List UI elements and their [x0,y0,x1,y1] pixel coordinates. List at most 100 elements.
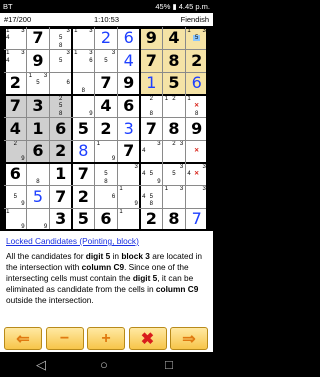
sudoku-cell[interactable]: 34 [140,140,163,163]
sudoku-cell[interactable]: 23 [163,140,186,163]
sudoku-cell[interactable]: 19 [117,186,140,209]
sudoku-cell[interactable]: 12 [163,95,186,118]
sudoku-cell[interactable]: 35 [95,50,118,73]
sudoku-cell[interactable]: 1 [140,72,163,95]
sudoku-cell[interactable]: 6 [26,140,50,163]
sudoku-board[interactable]: 1347358132694135134935136354782213568791… [4,27,208,231]
hint-toolbar: ⇐ − + ✖ ⇒ [0,325,213,352]
sudoku-cell[interactable]: 8 [163,208,186,231]
close-button[interactable]: ✖ [128,327,167,350]
sudoku-cell[interactable]: 2 [185,49,208,73]
back-button[interactable]: ⇐ [4,327,42,350]
sudoku-cell[interactable]: 29 [4,140,27,163]
candidate-digit: 5 [149,171,153,178]
sudoku-cell[interactable]: 1 [49,163,72,186]
sudoku-cell[interactable]: 9 [185,118,208,141]
sudoku-cell[interactable]: 8 [72,72,95,95]
minus-button[interactable]: − [45,327,84,350]
sudoku-cell[interactable]: 134 [4,50,27,73]
sudoku-cell[interactable]: 6 [95,208,118,231]
sudoku-cell[interactable]: 7 [27,27,50,50]
sudoku-cell[interactable]: 13 [163,186,186,209]
sudoku-cell[interactable]: 35 [49,50,72,73]
grid-line [162,27,164,231]
grid-line [116,27,118,231]
sudoku-cell[interactable]: 3 [117,118,140,141]
sudoku-cell[interactable]: 8 [27,163,50,186]
sudoku-cell[interactable]: 2 [95,118,118,141]
sudoku-cell[interactable]: 6 [49,117,72,141]
sudoku-cell[interactable]: 3 [185,186,208,209]
sudoku-cell[interactable]: 4 [95,95,118,118]
sudoku-cell[interactable]: 459 [140,163,163,186]
sudoku-cell[interactable]: 2 [95,27,118,50]
sudoku-cell[interactable]: 7 [185,208,208,231]
candidate-digit: 5 [104,171,108,178]
sudoku-cell[interactable]: 6 [4,163,27,186]
sudoku-cell[interactable]: 19 [4,208,27,231]
sudoku-cell[interactable]: 4 [4,117,27,141]
sudoku-cell[interactable]: 6 [117,27,140,50]
sudoku-cell[interactable]: 9 [140,27,163,50]
sudoku-cell[interactable]: 258 [49,95,72,118]
forward-button[interactable]: ⇒ [170,327,208,350]
sudoku-cell[interactable]: 5 [27,186,50,209]
sudoku-cell[interactable]: 8 [163,118,186,141]
sudoku-cell[interactable]: 3 [117,163,140,186]
sudoku-cell[interactable]: 1 [117,208,140,231]
plus-button[interactable]: + [87,327,125,350]
sudoku-cell[interactable]: 19 [95,140,118,163]
sudoku-cell[interactable]: 136 [72,50,95,73]
candidate-digit: 2 [172,140,176,147]
sudoku-cell[interactable]: 6 [185,72,208,95]
sudoku-cell[interactable]: 4 [117,50,140,73]
sudoku-cell[interactable]: 2 [72,186,95,209]
sudoku-cell[interactable]: 1 [26,117,50,141]
sudoku-cell[interactable]: 58 [95,163,118,186]
sudoku-cell[interactable]: 458 [140,186,163,209]
sudoku-cell[interactable]: 7 [49,186,72,209]
back-nav-icon[interactable]: ◁ [36,357,46,372]
sudoku-cell[interactable]: 3 [26,95,50,118]
sudoku-cell[interactable]: 7 [4,95,27,118]
sudoku-cell[interactable]: 5 [72,208,95,231]
sudoku-cell[interactable]: 7 [140,118,163,141]
sudoku-cell[interactable]: 7 [117,140,140,163]
sudoku-cell[interactable]: 134 [4,27,27,50]
sudoku-cell[interactable]: 9 [27,50,50,73]
grid-line [206,27,208,231]
sudoku-cell[interactable]: 6 [49,72,72,95]
sudoku-cell[interactable]: 358 [49,27,72,50]
sudoku-cell[interactable]: 28 [140,95,163,118]
recents-nav-icon[interactable]: □ [165,357,173,372]
sudoku-cell[interactable]: 3 [49,208,72,231]
sudoku-cell[interactable]: 5 [162,72,186,95]
sudoku-cell[interactable]: 35 [163,163,186,186]
sudoku-cell[interactable]: 3 4 ✕ [185,163,208,186]
sudoku-cell[interactable]: 9 [72,95,95,118]
sudoku-cell[interactable]: 9 [117,72,140,95]
sudoku-cell[interactable]: 8 [162,49,186,73]
hint-title-link[interactable]: Locked Candidates (Pointing, block) [6,236,207,247]
sudoku-cell[interactable]: 2 [140,208,163,231]
sudoku-cell[interactable]: ✕ [185,140,208,163]
sudoku-cell[interactable]: 7 [140,49,163,73]
sudoku-cell[interactable]: 135 [27,72,50,95]
sudoku-cell[interactable]: 8 [72,140,95,163]
sudoku-cell[interactable]: 13 [72,27,95,50]
sudoku-cell[interactable]: 135 [185,27,208,50]
sudoku-cell[interactable]: 6 [95,186,118,209]
sudoku-cell[interactable]: 2 [4,72,27,95]
home-nav-icon[interactable]: ○ [100,357,108,372]
grid-line [4,71,208,73]
sudoku-cell[interactable]: 5 [72,118,95,141]
sudoku-cell[interactable]: 59 [4,186,27,209]
sudoku-cell[interactable]: 6 [117,95,140,118]
sudoku-cell[interactable]: 7 [95,72,118,95]
candidate-digit: 8 [36,178,40,185]
sudoku-cell[interactable]: 1 ✕ 8 [185,95,208,118]
sudoku-cell[interactable]: 7 [72,163,95,186]
sudoku-cell[interactable]: 2 [49,140,72,163]
sudoku-cell[interactable]: 9 [27,208,50,231]
sudoku-cell[interactable]: 4 [162,27,186,50]
